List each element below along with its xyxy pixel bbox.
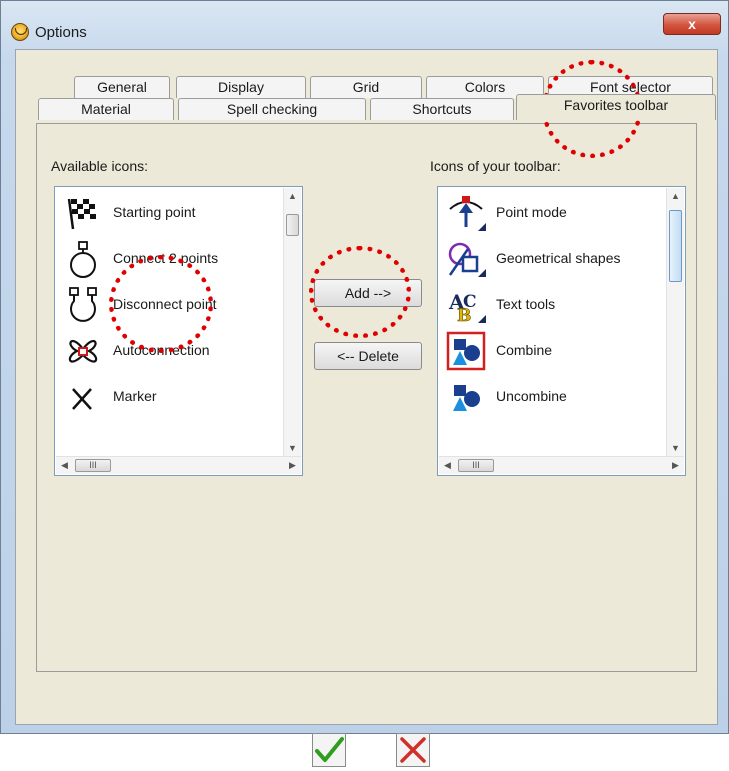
toolbar-icons-label: Icons of your toolbar: — [430, 158, 561, 174]
scroll-thumb[interactable]: III — [458, 459, 494, 472]
scroll-thumb[interactable] — [669, 210, 682, 282]
toolbar-icons-list[interactable]: Point mode Geometrical shapes A C B Text… — [437, 186, 686, 476]
window-title: Options — [35, 24, 87, 41]
delete-button[interactable]: <-- Delete — [314, 342, 422, 370]
scroll-up-arrow[interactable]: ▲ — [667, 188, 684, 205]
available-icons-list[interactable]: Starting point Connect 2 points Disconne… — [54, 186, 303, 476]
tab-spell-checking[interactable]: Spell checking — [178, 98, 366, 120]
scroll-left-arrow[interactable]: ◀ — [56, 457, 73, 474]
scroll-right-arrow[interactable]: ▶ — [667, 457, 684, 474]
item-label: Geometrical shapes — [496, 250, 621, 266]
svg-text:B: B — [457, 306, 471, 325]
scroll-right-arrow[interactable]: ▶ — [284, 457, 301, 474]
list-item-autoconnection[interactable]: Autoconnection — [57, 327, 277, 373]
horizontal-scrollbar[interactable]: ◀ III ▶ — [56, 456, 301, 474]
ok-button[interactable] — [312, 733, 346, 767]
checkered-flag-icon — [67, 198, 96, 230]
available-icons-label: Available icons: — [51, 158, 149, 174]
add-button[interactable]: Add --> — [314, 279, 422, 307]
tab-grid[interactable]: Grid — [310, 76, 422, 98]
scroll-left-arrow[interactable]: ◀ — [439, 457, 456, 474]
autoconnection-icon — [68, 339, 98, 363]
item-label: Point mode — [496, 204, 567, 220]
text-tools-icon: A C B — [448, 290, 486, 325]
tab-favorites-toolbar[interactable]: Favorites toolbar — [516, 94, 716, 120]
list-item-geometrical-shapes[interactable]: Geometrical shapes — [440, 235, 660, 281]
list-item-uncombine[interactable]: Uncombine — [440, 373, 660, 419]
scroll-thumb[interactable] — [286, 214, 299, 236]
uncombine-icon — [453, 385, 480, 411]
list-item-text-tools[interactable]: A C B Text tools — [440, 281, 660, 327]
item-label: Autoconnection — [113, 342, 210, 358]
item-label: Connect 2 points — [113, 250, 219, 266]
red-x-icon — [400, 737, 426, 763]
tab-shortcuts[interactable]: Shortcuts — [370, 98, 514, 120]
list-item-marker[interactable]: Marker — [57, 373, 277, 419]
close-button[interactable]: x — [663, 13, 721, 35]
scroll-thumb[interactable]: III — [75, 459, 111, 472]
list-item-starting-point[interactable]: Starting point — [57, 189, 277, 235]
dialog-client: General Display Grid Colors Font selecto… — [15, 49, 718, 767]
disconnect-point-icon — [69, 287, 97, 322]
tab-general[interactable]: General — [74, 76, 170, 98]
item-label: Disconnect point — [113, 296, 217, 312]
scroll-up-arrow[interactable]: ▲ — [284, 188, 301, 205]
title-bar: Options x — [1, 1, 729, 49]
combine-icon — [446, 331, 486, 371]
connect-point-icon — [70, 241, 96, 278]
point-mode-icon — [449, 196, 486, 231]
cancel-button[interactable] — [396, 733, 430, 767]
list-item-point-mode[interactable]: Point mode — [440, 189, 660, 235]
item-label: Combine — [496, 342, 553, 358]
list-item-combine[interactable]: Combine — [440, 327, 660, 373]
vertical-scrollbar[interactable]: ▲ ▼ — [283, 188, 301, 457]
item-label: Marker — [113, 388, 157, 404]
item-label: Text tools — [496, 296, 556, 312]
options-window: Options x General Display Grid Colors Fo… — [0, 0, 729, 767]
scroll-down-arrow[interactable]: ▼ — [284, 440, 301, 457]
horizontal-scrollbar[interactable]: ◀ III ▶ — [439, 456, 684, 474]
item-label: Uncombine — [496, 388, 567, 404]
list-item-disconnect-point[interactable]: Disconnect point — [57, 281, 277, 327]
item-label: Starting point — [113, 204, 196, 220]
list-item-connect-2-points[interactable]: Connect 2 points — [57, 235, 277, 281]
app-icon — [11, 23, 29, 41]
tab-material[interactable]: Material — [38, 98, 174, 120]
scroll-down-arrow[interactable]: ▼ — [667, 440, 684, 457]
favorites-panel: Available icons: Icons of your toolbar: — [36, 123, 697, 672]
green-check-icon — [315, 737, 344, 762]
vertical-scrollbar[interactable]: ▲ ▼ — [666, 188, 684, 457]
geometrical-shapes-icon — [448, 242, 486, 277]
marker-x-icon — [72, 388, 92, 410]
tab-display[interactable]: Display — [176, 76, 306, 98]
